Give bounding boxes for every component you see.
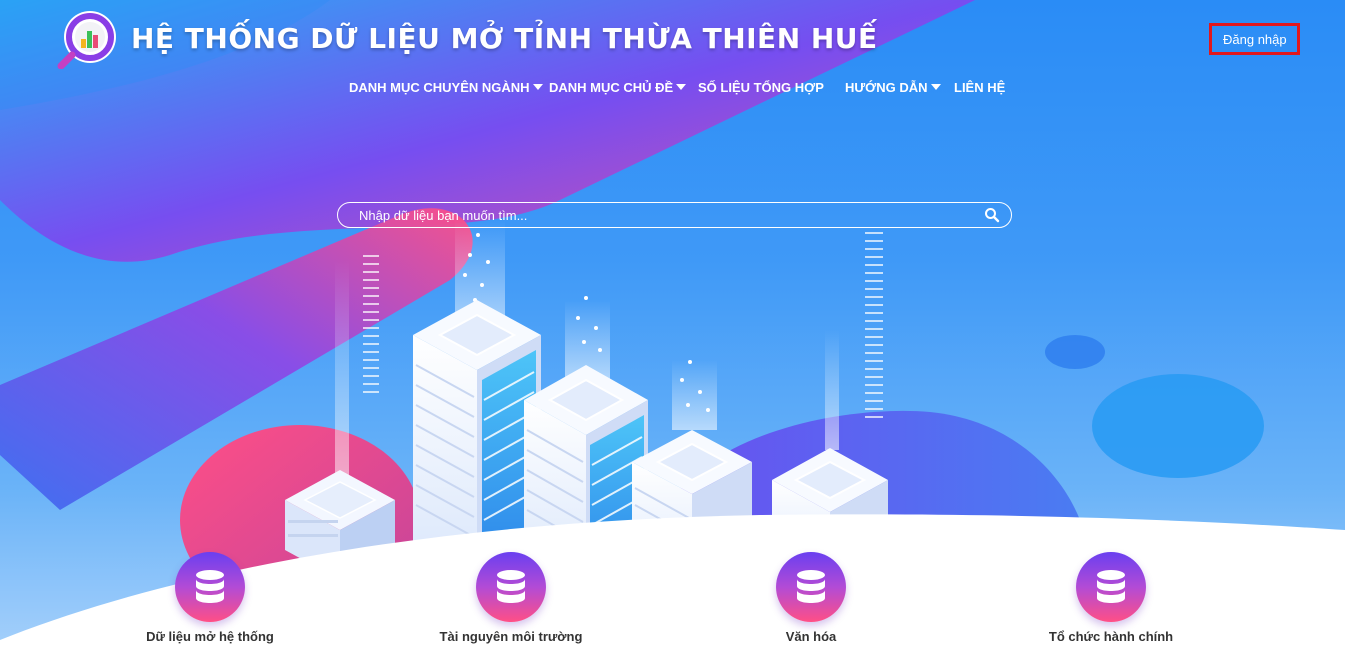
category-label: Văn hóa <box>785 629 837 644</box>
nav-item-label: DANH MỤC CHỦ ĐỀ <box>549 80 674 95</box>
database-icon <box>1097 570 1125 603</box>
category-icon-circle <box>175 552 245 622</box>
hero-banner: HỆ THỐNG DỮ LIỆU MỞ TỈNH THỪA THIÊN HUẾ … <box>0 0 1345 651</box>
search-bar <box>337 202 1012 228</box>
caret-down-icon <box>676 84 687 90</box>
nav-item-huong-dan[interactable]: HƯỚNG DẪN <box>845 80 941 95</box>
database-icon <box>196 570 224 603</box>
search-icon[interactable] <box>984 207 1000 223</box>
database-icon <box>497 570 525 603</box>
nav-item-so-lieu-tong-hop[interactable]: SỐ LIỆU TỔNG HỢP <box>698 80 824 95</box>
category-to-chuc-hanh-chinh[interactable]: Tổ chức hành chính <box>991 552 1231 651</box>
main-nav: DANH MỤC CHUYÊN NGÀNH DANH MỤC CHỦ ĐỀ SỐ… <box>0 80 1345 100</box>
nav-item-lien-he[interactable]: LIÊN HỆ <box>954 80 1005 95</box>
category-label: Tài nguyên môi trường <box>439 629 583 644</box>
logo-icon[interactable] <box>56 9 120 69</box>
nav-item-danh-muc-chu-de[interactable]: DANH MỤC CHỦ ĐỀ <box>549 80 687 95</box>
category-label: Tổ chức hành chính <box>1048 629 1174 644</box>
nav-item-label: LIÊN HỆ <box>954 80 1006 95</box>
category-du-lieu-mo-he-thong[interactable]: Dữ liệu mở hệ thống <box>90 552 330 651</box>
database-icon <box>797 570 825 603</box>
nav-item-label: SỐ LIỆU TỔNG HỢP <box>698 80 824 95</box>
nav-item-label: DANH MỤC CHUYÊN NGÀNH <box>349 80 530 95</box>
category-icon-circle <box>776 552 846 622</box>
caret-down-icon <box>930 84 941 90</box>
nav-item-label: HƯỚNG DẪN <box>845 80 928 95</box>
nav-item-danh-muc-chuyen-nganh[interactable]: DANH MỤC CHUYÊN NGÀNH <box>349 80 543 95</box>
category-icon-circle <box>476 552 546 622</box>
caret-down-icon <box>532 84 543 90</box>
category-van-hoa[interactable]: Văn hóa <box>691 552 931 651</box>
category-icon-circle <box>1076 552 1146 622</box>
search-input[interactable] <box>359 207 959 223</box>
category-tai-nguyen-moi-truong[interactable]: Tài nguyên môi trường <box>391 552 631 651</box>
site-title: HỆ THỐNG DỮ LIỆU MỞ TỈNH THỪA THIÊN HUẾ <box>131 22 878 55</box>
login-button[interactable]: Đăng nhập <box>1209 23 1300 55</box>
category-label: Dữ liệu mở hệ thống <box>146 629 274 644</box>
